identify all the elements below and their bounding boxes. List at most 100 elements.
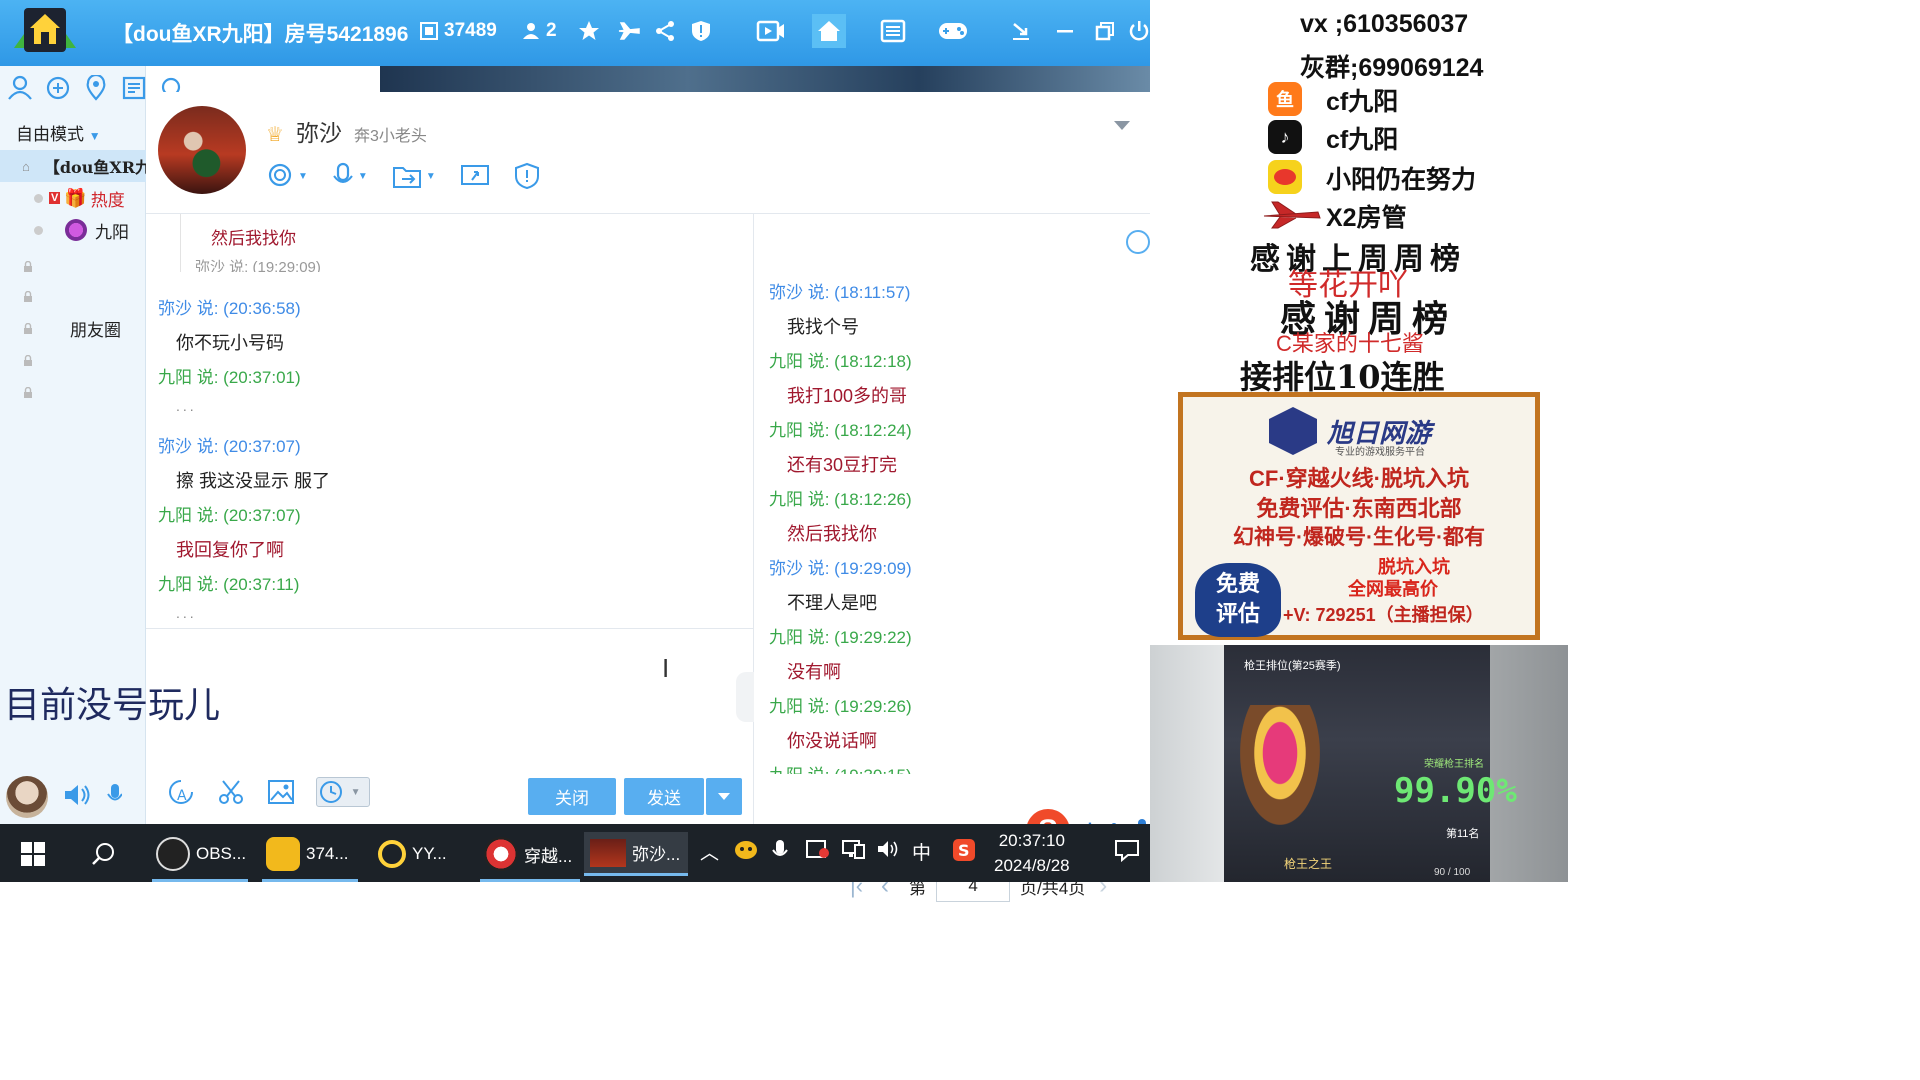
friends-circle-link[interactable]: 朋友圈 — [70, 312, 146, 344]
tray-sogou-icon[interactable]: S — [952, 838, 976, 868]
tray-ime-lang[interactable]: 中 — [912, 838, 931, 865]
yy-ring-icon — [378, 840, 406, 868]
image-icon[interactable] — [266, 777, 296, 807]
user-badge-icon — [65, 219, 87, 241]
sidebar-item-heat[interactable]: V 🎁 热度 — [0, 182, 146, 214]
tray-volume-icon[interactable] — [876, 838, 900, 866]
message-text: 我回复你了啊 — [176, 540, 284, 560]
quoted-text: 然后我找你 — [211, 229, 296, 248]
message-sender: 九阳 说: (19:30:15) — [769, 761, 912, 774]
taskbar: OBS... 374... YY... 穿越... 弥沙... ︿ 中 S 20… — [0, 824, 1150, 882]
history-clock-icon[interactable]: ▼ — [316, 777, 370, 807]
font-style-icon[interactable]: A — [166, 777, 196, 807]
voice-call-icon[interactable]: ▼ — [332, 158, 368, 194]
svg-text:A: A — [177, 788, 187, 804]
header-collapse-icon[interactable] — [1114, 118, 1130, 136]
send-options-chevron-icon[interactable] — [706, 778, 742, 815]
tray-network-icon[interactable] — [842, 838, 866, 866]
chat-message: 弥沙 说: (19:29:09) 不理人是吧 — [769, 554, 912, 615]
scissors-icon[interactable] — [216, 777, 246, 807]
close-button[interactable]: 关闭 — [528, 778, 616, 815]
start-button[interactable] — [20, 832, 46, 876]
sidebar-item-jiuyang[interactable]: 九阳 — [0, 214, 146, 246]
message-text: 你没说话啊 — [787, 731, 877, 751]
dot-icon — [34, 193, 43, 203]
user-icon[interactable] — [6, 74, 34, 102]
minimize-icon[interactable] — [1048, 14, 1082, 48]
apps-grid-icon[interactable] — [876, 14, 910, 48]
shield-alert-icon[interactable] — [684, 14, 718, 48]
system-clock[interactable]: 20:37:10 2024/8/28 — [994, 828, 1070, 878]
yy-home-logo-icon[interactable] — [14, 4, 76, 56]
download-icon[interactable] — [1004, 14, 1038, 48]
tray-douyu-icon[interactable] — [734, 838, 758, 866]
tray-record-icon[interactable] — [806, 838, 830, 866]
stream-caption: 目前没号玩儿 — [4, 685, 221, 725]
security-shield-icon[interactable] — [514, 158, 540, 194]
message-history[interactable]: 弥沙 说: (18:11:57) 我找个号 九阳 说: (18:12:18) 我打10… — [755, 214, 1150, 774]
taskbar-search[interactable] — [90, 832, 116, 876]
message-input[interactable]: I A ▼ 关闭 发送 — [146, 628, 754, 824]
share-icon[interactable] — [648, 14, 682, 48]
ad-line-2: 免费评估·东南西北部 — [1256, 496, 1462, 521]
contact-name: 弥沙 — [295, 120, 342, 146]
social-moderator: X2房管 — [1326, 204, 1407, 232]
mode-label: 自由模式 — [16, 125, 84, 144]
channel-root[interactable]: ⌂ 【dou鱼XR九 — [0, 150, 146, 182]
ad-tagline: 专业的游戏服务平台 — [1335, 447, 1425, 458]
screen-share-icon[interactable] — [460, 158, 490, 194]
channel-root-label: 【dou鱼XR九 — [43, 158, 146, 177]
taskbar-app-label: 穿越... — [524, 846, 573, 866]
speaker-icon[interactable] — [62, 781, 92, 814]
lock-icon — [22, 260, 34, 272]
message-list-current[interactable]: 然后我找你 弥沙 说: (19:29:09) 弥沙 说: (20:36:58) 你… — [146, 214, 754, 628]
avatar[interactable] — [6, 776, 48, 818]
restore-icon[interactable] — [1088, 14, 1122, 48]
send-button[interactable]: 发送 — [624, 778, 704, 815]
message-sender: 九阳 说: (19:29:26) — [769, 697, 912, 716]
plane-icon[interactable] — [612, 14, 646, 48]
camera-icon[interactable]: ▼ — [266, 158, 308, 194]
taskbar-app-chat[interactable]: 弥沙... — [584, 832, 688, 876]
chat-message: 九阳 说: (18:12:18) 我打100多的哥 — [769, 347, 912, 408]
ad-line-5: 全网最高价 — [1348, 579, 1438, 599]
ad-banner[interactable]: 旭日网游 专业的游戏服务平台 CF·穿越火线·脱坑入坑 免费评估·东南西北部 幻… — [1178, 392, 1540, 640]
rank-percent: 99.90% — [1394, 771, 1517, 811]
home-icon[interactable] — [812, 14, 846, 48]
list-icon[interactable] — [120, 74, 148, 102]
video-icon[interactable] — [754, 14, 788, 48]
power-icon[interactable] — [1128, 14, 1150, 48]
sidebar-item-label: 九阳 — [95, 222, 129, 242]
taskbar-app-douyu[interactable]: 374... — [262, 832, 358, 882]
tray-expand-icon[interactable]: ︿ — [700, 838, 719, 865]
contact-avatar[interactable] — [158, 106, 246, 194]
message-sender: 九阳 说: (20:37:11) — [158, 575, 300, 594]
message-sender: 弥沙 说: (19:29:09) — [769, 559, 912, 578]
taskbar-app-crossfire[interactable]: 穿越... — [480, 832, 580, 882]
panel-toggle-handle[interactable] — [736, 672, 754, 722]
taskbar-app-label: OBS... — [196, 844, 247, 863]
chat-message: 弥沙 说: (20:37:07) 擦 我这没显示 服了 — [158, 432, 330, 493]
microphone-icon[interactable] — [106, 781, 123, 814]
mode-selector[interactable]: 自由模式 ▼ — [16, 120, 101, 145]
file-transfer-icon[interactable]: ▼ — [392, 158, 436, 194]
taskbar-app-obs[interactable]: OBS... — [152, 832, 248, 882]
support-icon[interactable] — [44, 74, 72, 102]
taskbar-app-yy[interactable]: YY... — [374, 832, 470, 876]
private-chat-window: ♕ 弥沙 奔3小老头 ▼ ▼ ▼ 然后我找你 弥沙 说: (19:29:09) … — [146, 92, 1296, 902]
location-icon[interactable] — [82, 74, 110, 102]
notification-icon[interactable] — [1114, 838, 1140, 868]
tray-mic-icon[interactable] — [772, 838, 788, 868]
message-text: 还有30豆打完 — [787, 455, 898, 475]
message-text: 不理人是吧 — [787, 593, 877, 613]
weibo-icon — [1268, 160, 1302, 194]
message-text: ... — [176, 605, 197, 621]
history-refresh-icon[interactable] — [1126, 230, 1150, 254]
star-icon[interactable] — [572, 14, 606, 48]
webcam-feed: 枪王排位(第25赛季) 荣耀枪王排名 99.90% 第11名 枪王之王 90 /… — [1150, 645, 1568, 882]
rank-name: 枪王之王 — [1284, 857, 1333, 871]
ad-contact: +V: 729251（主播担保） — [1283, 605, 1484, 625]
gamepad-icon[interactable] — [936, 14, 970, 48]
windows-logo-icon — [21, 842, 45, 866]
home-small-icon: ⌂ — [22, 158, 30, 174]
